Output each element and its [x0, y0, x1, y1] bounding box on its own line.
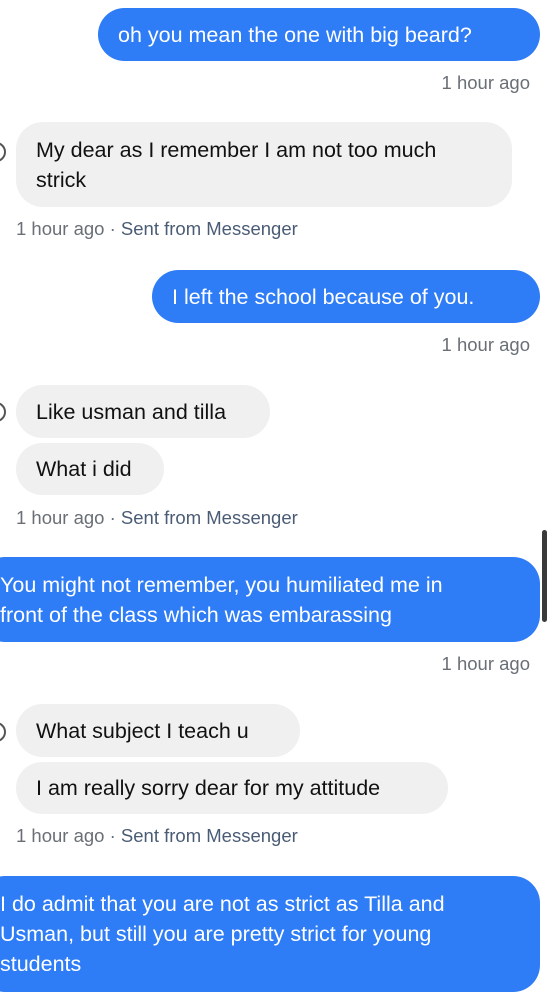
- message-meta: 1 hour ago · Sent from Messenger: [16, 824, 298, 848]
- sender-avatar[interactable]: [0, 402, 6, 422]
- message-bubble-incoming[interactable]: Like usman and tilla: [16, 385, 270, 438]
- sender-avatar[interactable]: [0, 722, 6, 742]
- message-bubble-incoming[interactable]: What subject I teach u: [16, 704, 300, 757]
- scrollbar-thumb[interactable]: [542, 530, 547, 622]
- message-bubble-outgoing[interactable]: You might not remember, you humiliated m…: [0, 557, 540, 642]
- message-timestamp: 1 hour ago: [16, 507, 105, 528]
- message-bubble-outgoing[interactable]: I left the school because of you.: [152, 270, 540, 323]
- meta-separator: ·: [104, 825, 121, 846]
- message-bubble-outgoing[interactable]: oh you mean the one with big beard?: [98, 8, 540, 61]
- message-timestamp: 1 hour ago: [16, 825, 105, 846]
- message-bubble-incoming[interactable]: What i did: [16, 443, 164, 495]
- message-timestamp: 1 hour ago: [441, 72, 530, 93]
- meta-separator: ·: [104, 218, 121, 239]
- sent-from-messenger-link[interactable]: Sent from Messenger: [121, 218, 298, 239]
- message-bubble-outgoing[interactable]: I do admit that you are not as strict as…: [0, 876, 540, 992]
- message-timestamp: 1 hour ago: [441, 653, 530, 674]
- sent-from-messenger-link[interactable]: Sent from Messenger: [121, 825, 298, 846]
- message-meta: 1 hour ago · Sent from Messenger: [16, 506, 298, 530]
- message-meta: 1 hour ago · Sent from Messenger: [16, 217, 298, 241]
- sender-avatar[interactable]: [0, 142, 6, 162]
- message-timestamp: 1 hour ago: [441, 334, 530, 355]
- sent-from-messenger-link[interactable]: Sent from Messenger: [121, 507, 298, 528]
- message-bubble-incoming[interactable]: I am really sorry dear for my attitude: [16, 762, 448, 814]
- message-bubble-incoming[interactable]: My dear as I remember I am not too much …: [16, 122, 512, 207]
- meta-separator: ·: [104, 507, 121, 528]
- message-timestamp: 1 hour ago: [16, 218, 105, 239]
